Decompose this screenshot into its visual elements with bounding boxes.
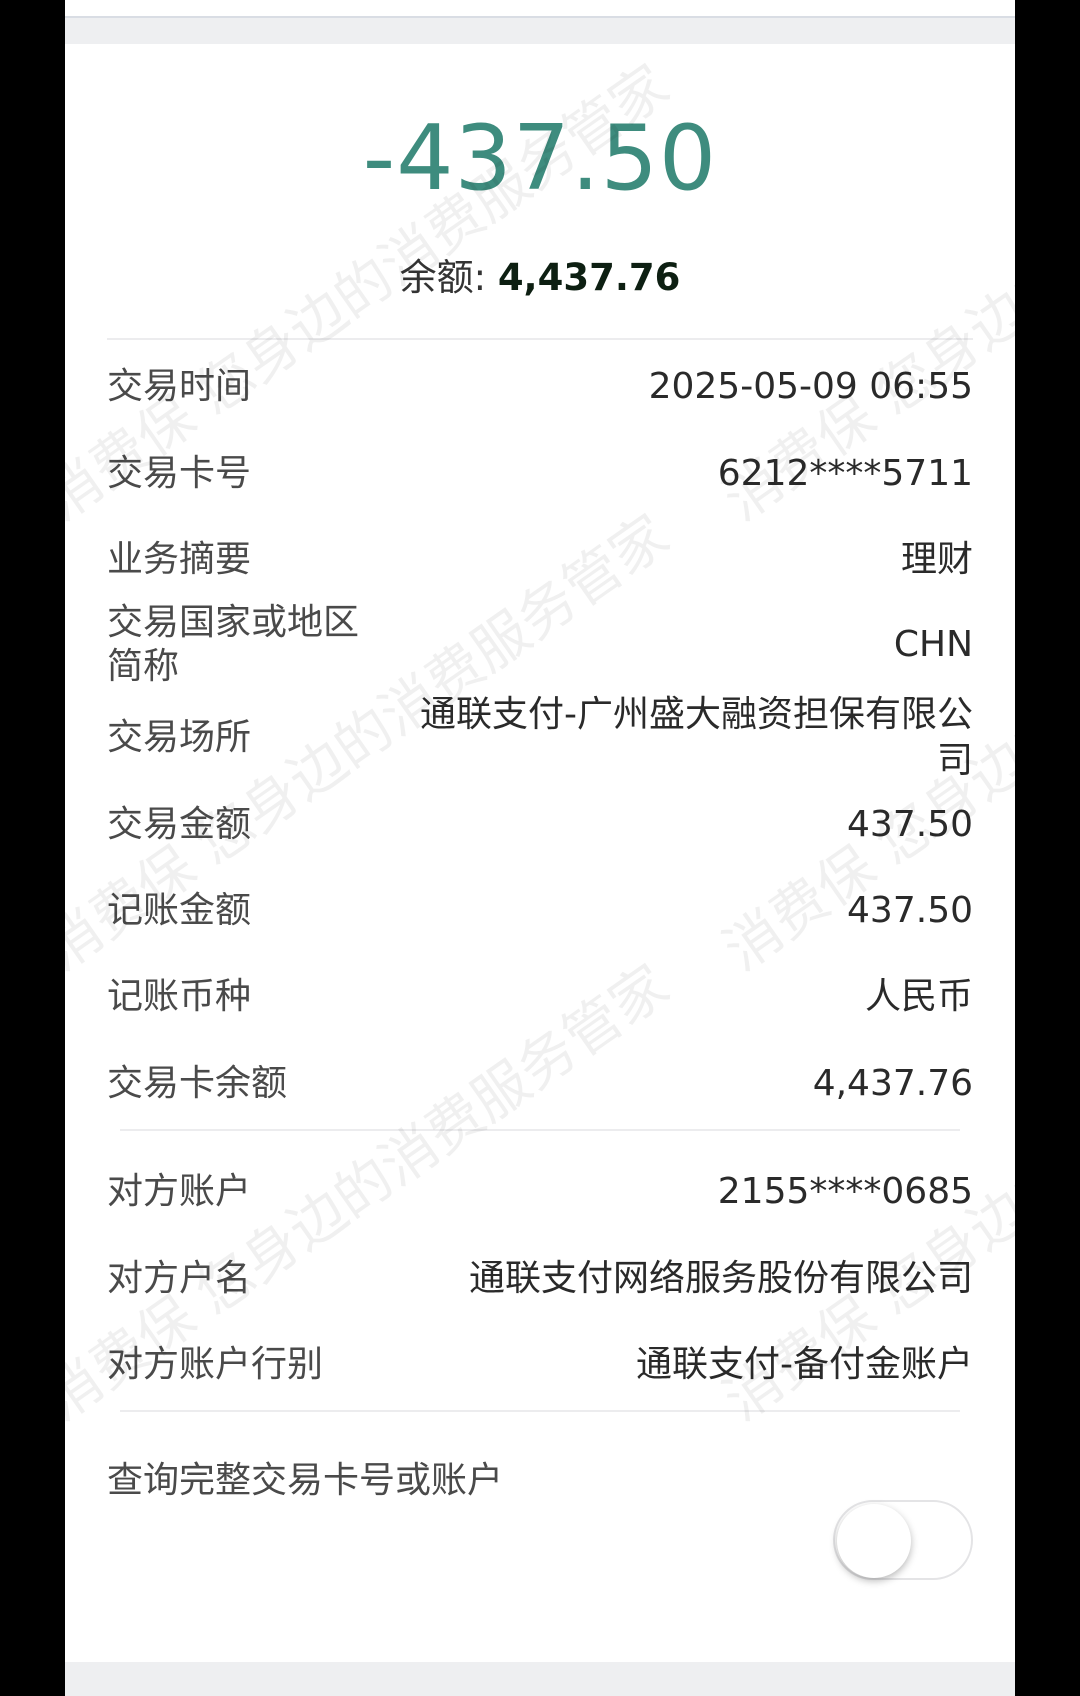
detail-value: 理财 xyxy=(900,539,973,580)
detail-value: 通联支付网络服务股份有限公司 xyxy=(468,1258,973,1299)
transaction-amount: -437.50 xyxy=(362,106,718,211)
detail-row-merchant: 交易场所 通联支付-广州盛大融资担保有限公司 xyxy=(107,692,973,784)
detail-row-currency: 记账币种 人民币 xyxy=(107,972,973,1022)
counterparty-row-name: 对方户名 通联支付网络服务股份有限公司 xyxy=(107,1254,973,1304)
counterparty-row-bank: 对方账户行别 通联支付-备付金账户 xyxy=(107,1340,973,1390)
detail-value: 通联支付-广州盛大融资担保有限公司 xyxy=(420,694,973,781)
balance-summary: 余额: 4,437.76 xyxy=(65,247,1015,301)
detail-value: 2155****0685 xyxy=(717,1171,973,1212)
detail-row-country: 交易国家或地区简称 CHN xyxy=(107,600,973,690)
detail-row-summary: 业务摘要 理财 xyxy=(107,535,973,585)
detail-value: 437.50 xyxy=(847,890,973,931)
detail-label: 交易时间 xyxy=(107,366,252,407)
detail-label: 记账币种 xyxy=(107,976,252,1017)
query-full-number-toggle[interactable] xyxy=(833,1500,973,1580)
detail-value: CHN xyxy=(893,624,973,665)
phone-screen: -437.50 余额: 4,437.76 交易时间 2025-05-09 06:… xyxy=(65,0,1015,1696)
balance-label: 余额: xyxy=(399,256,498,299)
detail-label: 业务摘要 xyxy=(107,539,252,580)
detail-value: 4,437.76 xyxy=(812,1063,973,1104)
transaction-detail-card: -437.50 余额: 4,437.76 交易时间 2025-05-09 06:… xyxy=(65,44,1015,1662)
toggle-knob[interactable] xyxy=(837,1504,911,1578)
balance-value: 4,437.76 xyxy=(497,256,681,299)
detail-value: 437.50 xyxy=(847,804,973,845)
detail-row-time: 交易时间 2025-05-09 06:55 xyxy=(107,362,973,412)
detail-value: 6212****5711 xyxy=(717,453,973,494)
detail-label: 交易卡号 xyxy=(107,453,252,494)
section-divider xyxy=(120,1129,960,1131)
detail-label: 交易卡余额 xyxy=(107,1063,288,1104)
detail-label: 对方账户行别 xyxy=(107,1344,324,1385)
detail-label: 记账金额 xyxy=(107,890,252,931)
detail-label: 对方账户 xyxy=(107,1171,252,1212)
section-divider xyxy=(120,1410,960,1412)
detail-row-amount: 交易金额 437.50 xyxy=(107,800,973,850)
detail-label: 交易金额 xyxy=(107,804,252,845)
detail-value: 人民币 xyxy=(864,976,973,1017)
counterparty-row-account: 对方账户 2155****0685 xyxy=(107,1167,973,1217)
section-divider xyxy=(107,338,973,340)
top-header-strip xyxy=(65,0,1015,18)
detail-row-card-balance: 交易卡余额 4,437.76 xyxy=(107,1059,973,1109)
detail-label: 交易场所 xyxy=(107,717,252,758)
detail-row-card-number: 交易卡号 6212****5711 xyxy=(107,449,973,499)
query-full-number-label: 查询完整交易卡号或账户 xyxy=(107,1460,504,1501)
detail-value: 2025-05-09 06:55 xyxy=(648,366,973,407)
query-full-number-row: 查询完整交易卡号或账户 xyxy=(107,1456,775,1506)
detail-row-posted-amount: 记账金额 437.50 xyxy=(107,886,973,936)
detail-label: 交易国家或地区简称 xyxy=(107,602,360,687)
detail-value: 通联支付-备付金账户 xyxy=(636,1344,973,1385)
detail-label: 对方户名 xyxy=(107,1258,252,1299)
